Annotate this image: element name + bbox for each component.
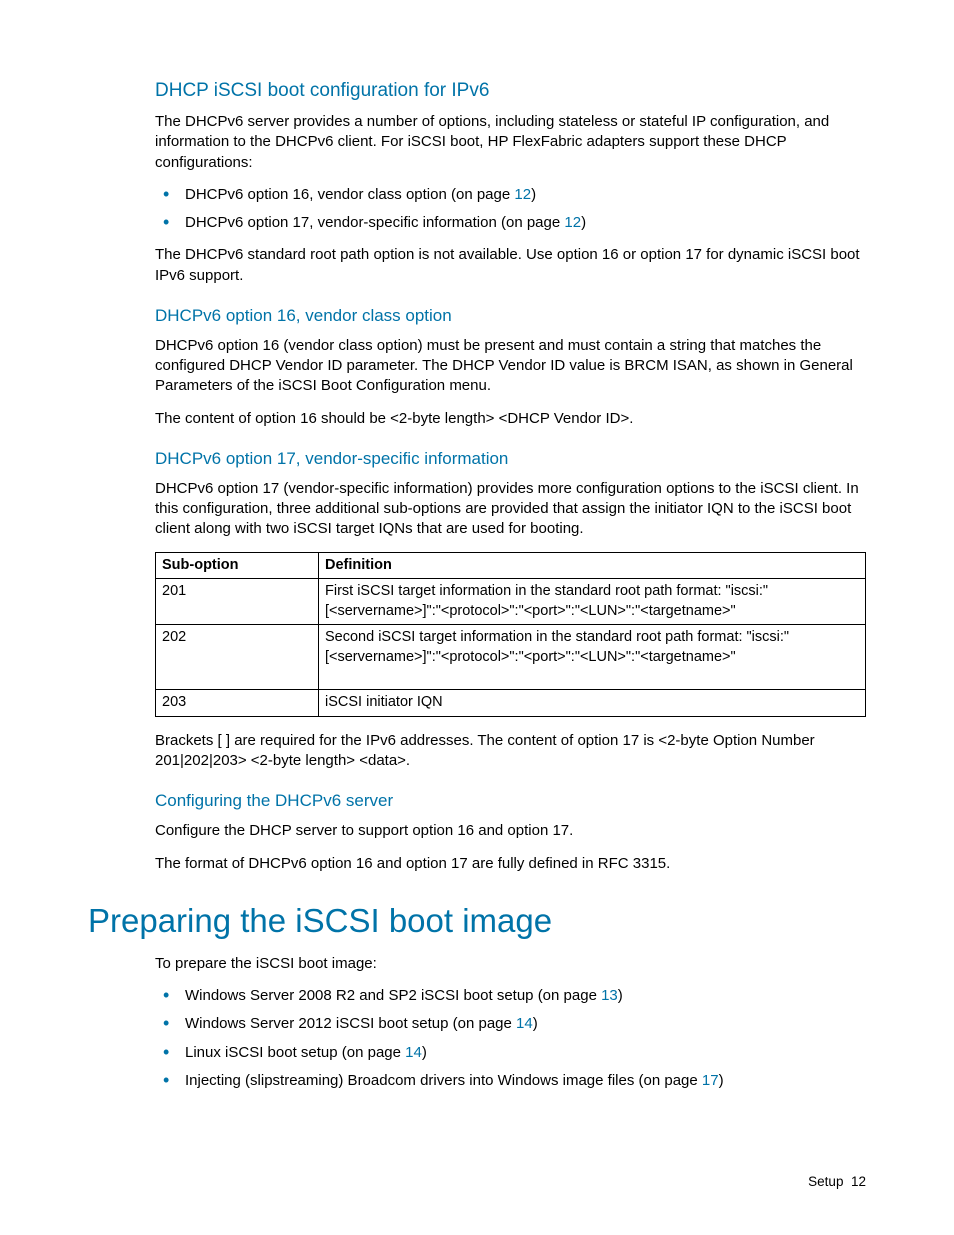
sub-option-table: Sub-option Definition 201 First iSCSI ta… (155, 552, 866, 717)
list-item-text: Injecting (slipstreaming) Broadcom drive… (185, 1072, 702, 1089)
paragraph: DHCPv6 option 17 (vendor-specific inform… (155, 479, 866, 540)
list-item-text: DHCPv6 option 17, vendor-specific inform… (185, 214, 564, 231)
list-item-text: ) (719, 1072, 724, 1089)
table-header-row: Sub-option Definition (156, 552, 866, 579)
paragraph: To prepare the iSCSI boot image: (155, 954, 866, 974)
table-cell: First iSCSI target information in the st… (319, 579, 866, 625)
table-row: 201 First iSCSI target information in th… (156, 579, 866, 625)
page-link[interactable]: 13 (601, 987, 618, 1004)
list-item-text: DHCPv6 option 16, vendor class option (o… (185, 186, 514, 203)
page-link[interactable]: 14 (405, 1044, 422, 1061)
paragraph: Brackets [ ] are required for the IPv6 a… (155, 731, 866, 772)
list-item-text: ) (422, 1044, 427, 1061)
list-item-text: Windows Server 2008 R2 and SP2 iSCSI boo… (185, 987, 601, 1004)
list-item: Injecting (slipstreaming) Broadcom drive… (155, 1071, 866, 1091)
list-item-text: Linux iSCSI boot setup (on page (185, 1044, 405, 1061)
page-link[interactable]: 17 (702, 1072, 719, 1089)
section-preparing-iscsi-boot-image: To prepare the iSCSI boot image: Windows… (155, 954, 866, 1091)
page-footer: Setup 12 (808, 1174, 866, 1189)
heading-preparing-iscsi-boot-image: Preparing the iSCSI boot image (88, 902, 866, 940)
table-cell: Second iSCSI target information in the s… (319, 625, 866, 690)
list-item-text: ) (581, 214, 586, 231)
section-option-16: DHCPv6 option 16, vendor class option DH… (155, 306, 866, 429)
list-item: Windows Server 2012 iSCSI boot setup (on… (155, 1014, 866, 1034)
table-row: 202 Second iSCSI target information in t… (156, 625, 866, 690)
page-link[interactable]: 12 (564, 214, 581, 231)
table-header: Definition (319, 552, 866, 579)
list-item: Linux iSCSI boot setup (on page 14) (155, 1043, 866, 1063)
page: DHCP iSCSI boot configuration for IPv6 T… (0, 0, 954, 1163)
heading-configuring-dhcpv6: Configuring the DHCPv6 server (155, 791, 866, 811)
section-dhcp-iscsi-ipv6: DHCP iSCSI boot configuration for IPv6 T… (155, 80, 866, 286)
table-cell: 202 (156, 625, 319, 690)
table-header: Sub-option (156, 552, 319, 579)
list-item-text: ) (618, 987, 623, 1004)
paragraph: The format of DHCPv6 option 16 and optio… (155, 854, 866, 874)
list-item-text: ) (531, 186, 536, 203)
table-cell: 201 (156, 579, 319, 625)
paragraph: The DHCPv6 standard root path option is … (155, 245, 866, 286)
bullet-list: Windows Server 2008 R2 and SP2 iSCSI boo… (155, 986, 866, 1091)
table-cell: 203 (156, 690, 319, 717)
page-link[interactable]: 12 (514, 186, 531, 203)
list-item: DHCPv6 option 17, vendor-specific inform… (155, 213, 866, 233)
list-item-text: ) (533, 1015, 538, 1032)
heading-option-16: DHCPv6 option 16, vendor class option (155, 306, 866, 326)
table-row: 203 iSCSI initiator IQN (156, 690, 866, 717)
paragraph: DHCPv6 option 16 (vendor class option) m… (155, 336, 866, 397)
bullet-list: DHCPv6 option 16, vendor class option (o… (155, 185, 866, 234)
list-item: Windows Server 2008 R2 and SP2 iSCSI boo… (155, 986, 866, 1006)
page-link[interactable]: 14 (516, 1015, 533, 1032)
paragraph: The content of option 16 should be <2-by… (155, 409, 866, 429)
heading-option-17: DHCPv6 option 17, vendor-specific inform… (155, 449, 866, 469)
table-cell: iSCSI initiator IQN (319, 690, 866, 717)
footer-page-number: 12 (851, 1174, 866, 1189)
section-configuring-dhcpv6: Configuring the DHCPv6 server Configure … (155, 791, 866, 874)
list-item: DHCPv6 option 16, vendor class option (o… (155, 185, 866, 205)
section-option-17: DHCPv6 option 17, vendor-specific inform… (155, 449, 866, 772)
paragraph: Configure the DHCP server to support opt… (155, 821, 866, 841)
heading-dhcp-iscsi-ipv6: DHCP iSCSI boot configuration for IPv6 (155, 80, 866, 102)
paragraph: The DHCPv6 server provides a number of o… (155, 112, 866, 173)
footer-section-label: Setup (808, 1174, 843, 1189)
list-item-text: Windows Server 2012 iSCSI boot setup (on… (185, 1015, 516, 1032)
